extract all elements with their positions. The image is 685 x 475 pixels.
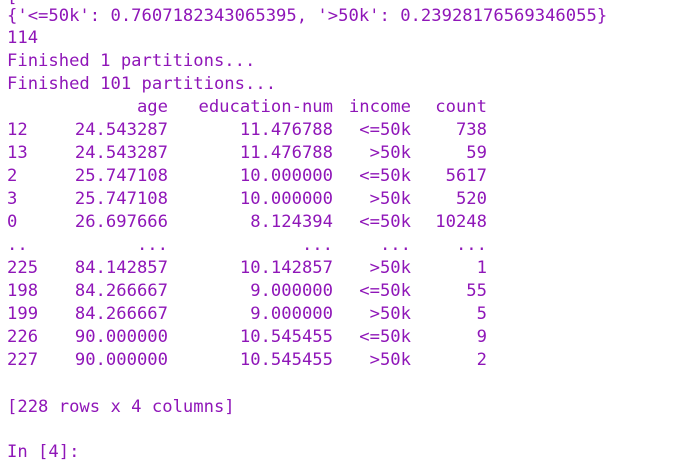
row-index: 2 bbox=[7, 166, 18, 186]
age-cell: 90.000000 bbox=[74, 350, 168, 370]
education-num-cell: ... bbox=[301, 235, 333, 255]
age-cell: ... bbox=[136, 235, 168, 255]
count-cell: ... bbox=[455, 235, 487, 255]
income-cell: ... bbox=[379, 235, 411, 255]
count-cell: 520 bbox=[455, 189, 487, 209]
prompt-label: In [ bbox=[7, 442, 49, 462]
education-num-cell: 10.545455 bbox=[239, 350, 333, 370]
row-index: 225 bbox=[7, 258, 39, 278]
count-cell: 738 bbox=[455, 120, 487, 140]
column-header-age: age bbox=[136, 97, 168, 117]
row-index: 199 bbox=[7, 304, 39, 324]
input-prompt[interactable]: In [4]: bbox=[7, 441, 79, 463]
income-cell: <=50k bbox=[359, 212, 411, 232]
row-index: 0 bbox=[7, 212, 18, 232]
table-row: 225 84.142857 10.142857 >50k 1 bbox=[7, 257, 487, 279]
status-message: Finished 1 partitions... bbox=[7, 51, 256, 71]
age-cell: 25.747108 bbox=[74, 189, 168, 209]
income-cell: <=50k bbox=[359, 166, 411, 186]
count-cell: 2 bbox=[476, 350, 487, 370]
income-cell: >50k bbox=[369, 304, 411, 324]
count-cell: 10248 bbox=[435, 212, 487, 232]
row-index: 13 bbox=[7, 143, 28, 163]
table-row: 227 90.000000 10.545455 >50k 2 bbox=[7, 349, 487, 371]
table-row-ellipsis: .. ... ... ... ... bbox=[7, 234, 487, 256]
row-index: 3 bbox=[7, 189, 18, 209]
row-index: 226 bbox=[7, 327, 39, 347]
count-cell: 5617 bbox=[445, 166, 487, 186]
output-count: 114 bbox=[7, 28, 39, 48]
age-cell: 26.697666 bbox=[74, 212, 168, 232]
row-index: .. bbox=[7, 235, 28, 255]
count-cell: 5 bbox=[476, 304, 487, 324]
income-cell: >50k bbox=[369, 350, 411, 370]
column-header-count: count bbox=[435, 97, 487, 117]
education-num-cell: 11.476788 bbox=[239, 120, 333, 140]
income-cell: <=50k bbox=[359, 327, 411, 347]
status-message: Finished 101 partitions... bbox=[7, 74, 277, 94]
age-cell: 84.266667 bbox=[74, 281, 168, 301]
income-cell: >50k bbox=[369, 189, 411, 209]
income-cell: >50k bbox=[369, 143, 411, 163]
table-row: 12 24.543287 11.476788 <=50k 738 bbox=[7, 119, 487, 141]
table-row: 226 90.000000 10.545455 <=50k 9 bbox=[7, 326, 487, 348]
education-num-cell: 8.124394 bbox=[250, 212, 333, 232]
table-row: 0 26.697666 8.124394 <=50k 10248 bbox=[7, 211, 487, 233]
column-header-income: income bbox=[348, 97, 411, 117]
education-num-cell: 10.000000 bbox=[239, 166, 333, 186]
table-row: 2 25.747108 10.000000 <=50k 5617 bbox=[7, 165, 487, 187]
row-index: 198 bbox=[7, 281, 39, 301]
age-cell: 84.142857 bbox=[74, 258, 168, 278]
table-row: 13 24.543287 11.476788 >50k 59 bbox=[7, 142, 487, 164]
age-cell: 24.543287 bbox=[74, 143, 168, 163]
income-proportion-dict: {'<=50k': 0.7607182343065395, '>50k': 0.… bbox=[7, 6, 608, 26]
income-cell: <=50k bbox=[359, 281, 411, 301]
table-row: 198 84.266667 9.000000 <=50k 55 bbox=[7, 280, 487, 302]
prompt-suffix: ]: bbox=[58, 442, 80, 462]
age-cell: 84.266667 bbox=[74, 304, 168, 324]
income-cell: <=50k bbox=[359, 120, 411, 140]
column-header-education-num: education-num bbox=[198, 97, 333, 117]
count-cell: 59 bbox=[466, 143, 487, 163]
prompt-number: 4 bbox=[48, 442, 59, 462]
dataframe-shape-summary: [228 rows x 4 columns] bbox=[7, 397, 235, 417]
count-cell: 1 bbox=[476, 258, 487, 278]
age-cell: 90.000000 bbox=[74, 327, 168, 347]
income-cell: >50k bbox=[369, 258, 411, 278]
education-num-cell: 10.545455 bbox=[239, 327, 333, 347]
education-num-cell: 10.000000 bbox=[239, 189, 333, 209]
education-num-cell: 10.142857 bbox=[239, 258, 333, 278]
age-cell: 25.747108 bbox=[74, 166, 168, 186]
table-row: 3 25.747108 10.000000 >50k 520 bbox=[7, 188, 487, 210]
count-cell: 55 bbox=[466, 281, 487, 301]
row-index: 12 bbox=[7, 120, 28, 140]
age-cell: 24.543287 bbox=[74, 120, 168, 140]
count-cell: 9 bbox=[476, 327, 487, 347]
table-row: 199 84.266667 9.000000 >50k 5 bbox=[7, 303, 487, 325]
education-num-cell: 11.476788 bbox=[239, 143, 333, 163]
education-num-cell: 9.000000 bbox=[250, 304, 333, 324]
row-index: 227 bbox=[7, 350, 39, 370]
ipython-console[interactable]: [ {'<=50k': 0.7607182343065395, '>50k': … bbox=[7, 0, 682, 475]
table-header-row: age education-num income count bbox=[7, 96, 487, 118]
education-num-cell: 9.000000 bbox=[250, 281, 333, 301]
